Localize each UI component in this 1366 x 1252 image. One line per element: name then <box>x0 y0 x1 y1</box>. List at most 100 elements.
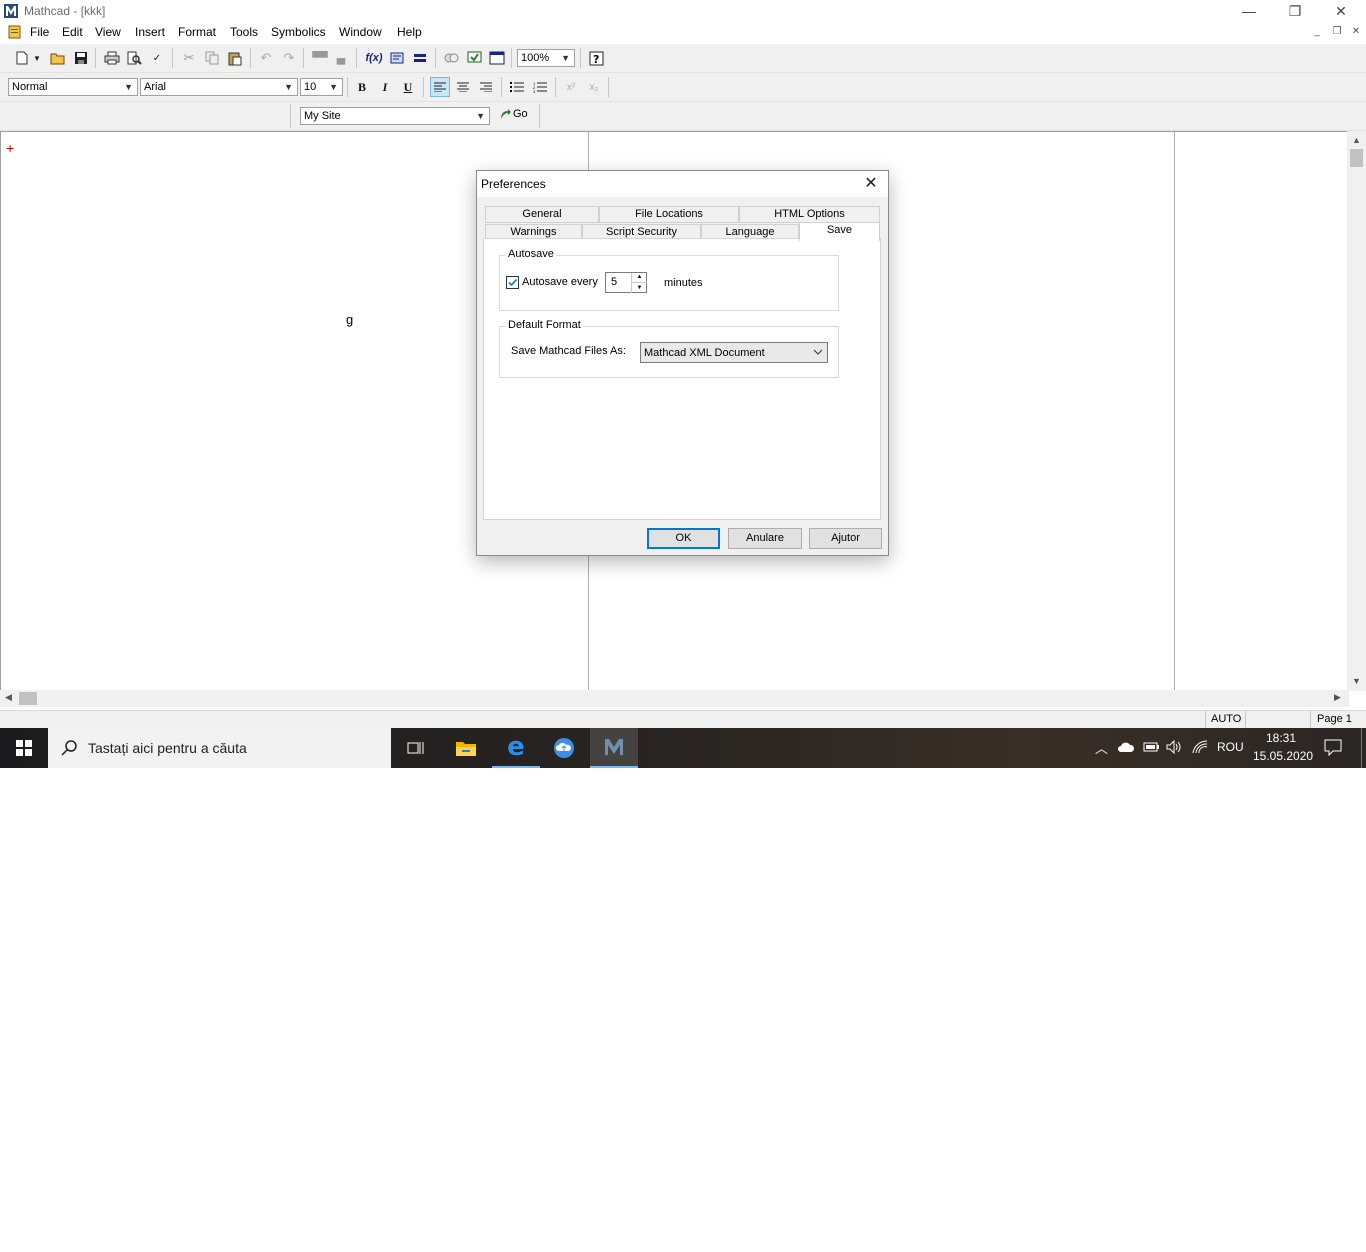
horizontal-scrollbar[interactable]: ◀ ▶ <box>0 690 1349 707</box>
help-button[interactable]: Ajutor <box>809 528 882 549</box>
spell-check-icon[interactable]: ✓ <box>147 48 167 68</box>
save-format-value: Mathcad XML Document <box>644 347 765 359</box>
new-dropdown-icon[interactable]: ▼ <box>30 48 44 68</box>
action-center-icon[interactable] <box>1324 739 1342 756</box>
subscript-icon[interactable]: x₂ <box>584 77 604 97</box>
menu-format[interactable]: Format <box>178 25 216 39</box>
show-desktop-button[interactable] <box>1361 728 1362 768</box>
input-language-indicator[interactable]: ROU <box>1217 740 1244 754</box>
show-hidden-icons-icon[interactable]: ︿ <box>1095 738 1108 757</box>
style-select[interactable]: Normal ▼ <box>8 78 138 96</box>
taskbar-search-box[interactable]: Tastați aici pentru a căuta <box>48 728 391 768</box>
menu-edit[interactable]: Edit <box>62 25 83 39</box>
menu-file[interactable]: File <box>30 25 49 39</box>
undo-icon[interactable]: ↶ <box>256 48 276 68</box>
clock-date[interactable]: 15.05.2020 <box>1253 749 1313 763</box>
web-address-select[interactable]: My Site ▼ <box>300 107 490 125</box>
superscript-icon[interactable]: x² <box>561 77 581 97</box>
restore-button[interactable]: ❐ <box>1272 0 1318 22</box>
menu-insert[interactable]: Insert <box>135 25 165 39</box>
go-button[interactable]: Go <box>499 108 528 120</box>
scroll-right-icon[interactable]: ▶ <box>1334 692 1341 703</box>
menu-help[interactable]: Help <box>397 25 422 39</box>
onedrive-cloud-icon[interactable] <box>1118 741 1135 753</box>
cut-icon[interactable]: ✂ <box>179 48 199 68</box>
tab-file-locations[interactable]: File Locations <box>599 206 739 223</box>
chevron-down-icon: ▼ <box>284 82 293 92</box>
align-top-icon[interactable]: ▀▀ <box>310 48 330 68</box>
font-size-value: 10 <box>304 81 317 93</box>
save-format-select[interactable]: Mathcad XML Document <box>640 342 828 363</box>
font-select[interactable]: Arial ▼ <box>140 78 298 96</box>
ok-button[interactable]: OK <box>647 528 720 549</box>
file-explorer-icon[interactable] <box>442 728 490 768</box>
spin-down-icon[interactable]: ▼ <box>631 282 647 293</box>
tab-general[interactable]: General <box>485 206 599 223</box>
new-document-icon[interactable] <box>12 48 32 68</box>
mdi-minimize-button[interactable]: _ <box>1310 26 1324 38</box>
font-size-select[interactable]: 10 ▼ <box>300 78 343 96</box>
menu-window[interactable]: Window <box>339 25 382 39</box>
document-icon[interactable] <box>8 25 22 39</box>
align-center-icon[interactable] <box>453 77 473 97</box>
task-view-icon[interactable] <box>392 728 440 768</box>
spin-up-icon[interactable]: ▲ <box>631 273 647 282</box>
mdi-restore-button[interactable]: ❐ <box>1330 26 1344 38</box>
redo-icon[interactable]: ↷ <box>279 48 299 68</box>
bullet-list-icon[interactable] <box>507 77 527 97</box>
underline-button[interactable]: U <box>398 77 418 97</box>
help-icon[interactable]: ? <box>586 48 606 68</box>
copy-icon[interactable] <box>202 48 222 68</box>
scroll-left-icon[interactable]: ◀ <box>5 692 12 703</box>
paste-icon[interactable] <box>225 48 245 68</box>
align-down-icon[interactable]: ▗▖ <box>331 48 351 68</box>
dialog-close-icon[interactable]: ✕ <box>860 173 882 193</box>
vertical-scrollbar[interactable]: ▲ ▼ <box>1347 131 1366 691</box>
volume-icon[interactable] <box>1166 740 1182 754</box>
scroll-thumb[interactable] <box>19 692 37 705</box>
start-windows-icon[interactable] <box>0 728 48 768</box>
save-format-label: Save Mathcad Files As: <box>511 345 626 357</box>
insert-unit-icon[interactable] <box>387 48 407 68</box>
battery-icon[interactable] <box>1143 741 1160 753</box>
close-button[interactable]: ✕ <box>1318 0 1364 22</box>
align-left-icon[interactable] <box>430 77 450 97</box>
menu-view[interactable]: View <box>95 25 121 39</box>
formatting-toolbar: Normal ▼ Arial ▼ 10 ▼ B I U 123 x² x₂ <box>0 73 1366 102</box>
mdi-close-button[interactable]: ✕ <box>1349 26 1363 38</box>
autosave-checkbox-label[interactable]: Autosave every <box>522 276 598 288</box>
clock-time[interactable]: 18:31 <box>1266 731 1296 745</box>
italic-button[interactable]: I <box>375 77 395 97</box>
tab-html-options[interactable]: HTML Options <box>739 206 880 223</box>
calculate-icon[interactable] <box>410 48 430 68</box>
mathcad-logo-icon <box>4 4 18 18</box>
print-icon[interactable] <box>102 48 122 68</box>
window-view-icon[interactable] <box>487 48 507 68</box>
resources-icon[interactable] <box>441 48 461 68</box>
bold-button[interactable]: B <box>352 77 372 97</box>
worksheet-text-region[interactable]: g <box>346 312 353 327</box>
minimize-button[interactable]: — <box>1226 0 1272 22</box>
menu-symbolics[interactable]: Symbolics <box>271 25 326 39</box>
tab-save[interactable]: Save <box>799 222 880 241</box>
edge-browser-icon[interactable]: e <box>492 728 540 768</box>
autosave-minutes-stepper[interactable]: 5 ▲ ▼ <box>605 272 647 293</box>
menu-tools[interactable]: Tools <box>230 25 258 39</box>
scroll-up-icon[interactable]: ▲ <box>1352 135 1361 145</box>
component-icon[interactable] <box>464 48 484 68</box>
cancel-button[interactable]: Anulare <box>728 528 802 549</box>
status-separator <box>1245 711 1246 729</box>
cloud-app-icon[interactable] <box>540 728 588 768</box>
scroll-down-icon[interactable]: ▼ <box>1352 676 1361 686</box>
print-preview-icon[interactable] <box>124 48 144 68</box>
numbered-list-icon[interactable]: 123 <box>530 77 550 97</box>
open-folder-icon[interactable] <box>48 48 68 68</box>
zoom-select[interactable]: 100% ▼ <box>517 49 575 67</box>
wifi-icon[interactable] <box>1192 740 1208 754</box>
save-disk-icon[interactable] <box>71 48 91 68</box>
autosave-checkbox[interactable] <box>506 276 519 289</box>
scroll-thumb[interactable] <box>1350 149 1363 167</box>
align-right-icon[interactable] <box>476 77 496 97</box>
insert-function-icon[interactable]: f(x) <box>364 48 384 68</box>
mathcad-taskbar-icon[interactable] <box>590 728 638 768</box>
